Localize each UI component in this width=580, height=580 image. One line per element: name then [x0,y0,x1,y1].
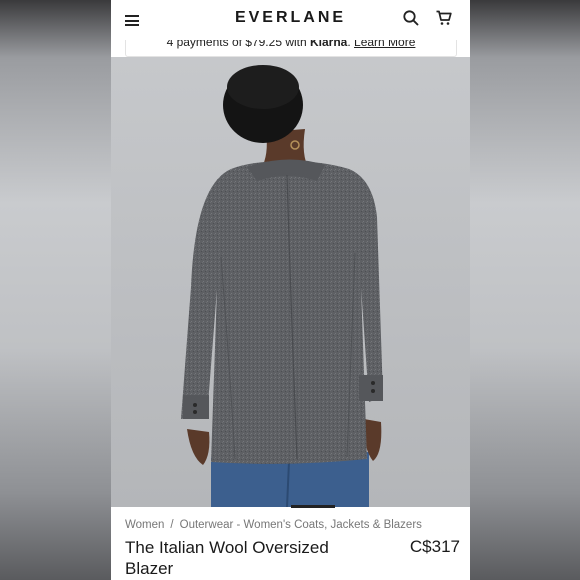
blurred-background-right [469,0,580,580]
image-carousel-indicator[interactable] [291,505,335,508]
search-icon[interactable] [402,9,420,27]
klarna-promo-banner: 4 payments of $79.25 with Klarna. Learn … [125,40,457,57]
site-header: EVERLANE [111,0,470,40]
cart-icon[interactable] [435,9,453,27]
klarna-logo-text: Klarna [310,40,348,49]
breadcrumb-separator: / [170,519,174,531]
product-price: C$317 [409,537,460,556]
learn-more-link[interactable]: Learn More [354,40,415,49]
breadcrumb: Women / Outerwear - Women's Coats, Jackets… [125,519,460,531]
product-info: Women / Outerwear - Women's Coats, Jackets… [125,512,460,579]
model-back-view-illustration [181,65,383,507]
mobile-product-page: EVERLANE 4 payments of $79.25 with Klarn… [111,0,470,580]
blurred-background-left [0,0,111,580]
product-title: The Italian Wool Oversized Blazer [125,538,329,578]
breadcrumb-outerwear[interactable]: Outerwear - Women's Coats, Jackets & Bla… [180,519,422,531]
breadcrumb-women[interactable]: Women [125,519,164,531]
product-image[interactable] [111,57,470,507]
promo-text: 4 payments of $79.25 with [166,40,310,49]
title-row: The Italian Wool Oversized Blazer C$317 [125,537,460,579]
klarna-promo-text: 4 payments of $79.25 with Klarna. Learn … [126,40,456,49]
